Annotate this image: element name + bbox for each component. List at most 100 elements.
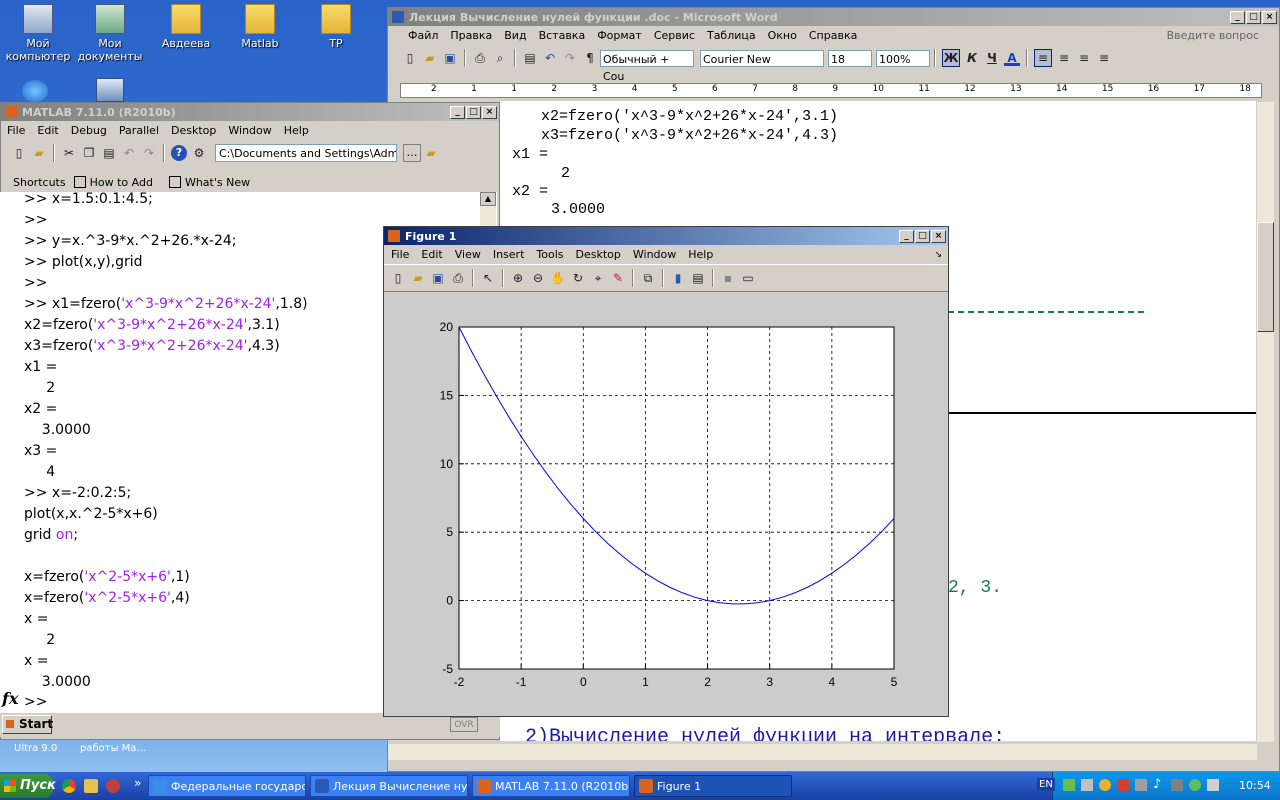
style-select[interactable]: Обычный + Cou <box>600 49 694 83</box>
new-file-icon[interactable]: ▯ <box>11 145 27 161</box>
size-select[interactable]: 18 <box>828 49 872 67</box>
ruler[interactable]: 2 1 1 2 3 4 5 6 7 8 9 10 11 12 13 14 15 16 17 18 <box>400 83 1262 98</box>
word-menu-window[interactable]: Окно <box>762 29 803 42</box>
word-menu-format[interactable]: Формат <box>591 29 648 42</box>
tray-icon[interactable] <box>1171 779 1183 791</box>
help-icon[interactable]: ? <box>171 145 187 161</box>
align-left-icon[interactable]: ≡ <box>1034 49 1052 67</box>
word-menu-help[interactable]: Справка <box>803 29 863 42</box>
desktop-icon-avdeeva[interactable]: Авдеева <box>148 2 224 50</box>
tray-icon[interactable] <box>1189 779 1201 791</box>
how-to-add-link[interactable]: How to Add <box>90 176 153 189</box>
minimize-button[interactable]: _ <box>450 105 465 119</box>
close-button[interactable]: × <box>931 229 946 243</box>
volume-icon[interactable]: ♪ <box>1153 777 1161 792</box>
print-icon[interactable]: ⎙ <box>472 50 488 66</box>
matlab-menu-window[interactable]: Window <box>222 124 277 137</box>
print-icon[interactable]: ⎙ <box>450 270 466 286</box>
quicklaunch-icon[interactable] <box>84 779 98 793</box>
figure-menu-view[interactable]: View <box>449 248 487 261</box>
figure-menu-edit[interactable]: Edit <box>415 248 448 261</box>
scroll-up-arrow[interactable]: ▲ <box>480 192 496 206</box>
open-icon[interactable]: ▰ <box>410 270 426 286</box>
tray-icon[interactable] <box>1081 779 1093 791</box>
shortcuts-label[interactable]: Shortcuts <box>13 176 66 189</box>
maximize-button[interactable]: □ <box>466 105 481 119</box>
redo-icon[interactable]: ↷ <box>141 145 157 161</box>
current-folder-input[interactable]: C:\Documents and Settings\Admi <box>215 144 397 162</box>
tray-clock[interactable]: 10:54 <box>1239 779 1271 792</box>
word-menu-edit[interactable]: Правка <box>444 29 498 42</box>
task-word[interactable]: Лекция Вычисление ну... <box>310 775 468 797</box>
task-matlab[interactable]: MATLAB 7.11.0 (R2010b) <box>472 775 630 797</box>
figure-menu-help[interactable]: Help <box>682 248 719 261</box>
copy-icon[interactable]: ❐ <box>81 145 97 161</box>
maximize-button[interactable]: □ <box>1246 10 1261 24</box>
close-button[interactable]: × <box>1262 10 1277 24</box>
word-menu-insert[interactable]: Вставка <box>533 29 592 42</box>
word-vscrollbar[interactable] <box>1257 102 1274 742</box>
word-menu-file[interactable]: Файл <box>402 29 444 42</box>
figure-menu-file[interactable]: File <box>385 248 415 261</box>
matlab-menu-debug[interactable]: Debug <box>65 124 113 137</box>
font-color-button[interactable]: A <box>1004 50 1020 66</box>
matlab-menu-desktop[interactable]: Desktop <box>165 124 222 137</box>
open-icon[interactable]: ▰ <box>31 145 47 161</box>
show-tools-icon[interactable]: ▭ <box>740 270 756 286</box>
data-cursor-icon[interactable]: ⌖ <box>590 270 606 286</box>
tray-icon[interactable] <box>1207 779 1219 791</box>
folder-browse-button[interactable]: … <box>403 144 421 162</box>
pilcrow-icon[interactable]: ¶ <box>582 50 598 66</box>
tray-icon[interactable] <box>1117 779 1129 791</box>
legend-icon[interactable]: ▤ <box>690 270 706 286</box>
word-menu-table[interactable]: Таблица <box>701 29 762 42</box>
tray-icon[interactable] <box>1099 779 1111 791</box>
paste-icon[interactable]: ▤ <box>522 50 538 66</box>
plot-canvas[interactable]: -2 -1 0 1 2 3 4 5 20 15 10 5 0 -5 <box>384 293 948 716</box>
matlab-menu-parallel[interactable]: Parallel <box>113 124 165 137</box>
dock-arrow-icon[interactable]: ↘ <box>928 250 948 260</box>
font-select[interactable]: Courier New <box>700 49 824 67</box>
underline-button[interactable]: Ч <box>984 50 1000 66</box>
simulink-icon[interactable]: ⚙ <box>191 145 207 161</box>
scroll-thumb[interactable] <box>1257 222 1274 332</box>
figure-titlebar[interactable]: Figure 1 _ □ × <box>384 227 948 245</box>
matlab-menu-help[interactable]: Help <box>278 124 315 137</box>
redo-icon[interactable]: ↷ <box>562 50 578 66</box>
zoom-in-icon[interactable]: ⊕ <box>510 270 526 286</box>
new-figure-icon[interactable]: ▯ <box>390 270 406 286</box>
matlab-titlebar[interactable]: MATLAB 7.11.0 (R2010b) _ □ × <box>1 103 499 121</box>
cut-icon[interactable]: ✂ <box>61 145 77 161</box>
figure-menu-window[interactable]: Window <box>627 248 682 261</box>
rotate-3d-icon[interactable]: ↻ <box>570 270 586 286</box>
save-icon[interactable]: ▣ <box>442 50 458 66</box>
undo-icon[interactable]: ↶ <box>121 145 137 161</box>
desktop-icon-matlab[interactable]: Matlab <box>222 2 298 50</box>
undo-icon[interactable]: ↶ <box>542 50 558 66</box>
word-titlebar[interactable]: Лекция Вычисление нулей функции .doc - M… <box>388 8 1279 26</box>
justify-icon[interactable]: ≡ <box>1096 50 1112 66</box>
language-indicator[interactable]: EN <box>1037 778 1055 791</box>
desktop-icon-tp[interactable]: TP <box>298 2 374 50</box>
task-federal[interactable]: Федеральные государс... <box>148 775 306 797</box>
matlab-menu-file[interactable]: File <box>1 124 31 137</box>
chevron-right-icon[interactable]: » <box>134 776 141 790</box>
whats-new-link[interactable]: What's New <box>185 176 250 189</box>
zoom-select[interactable]: 100% <box>876 49 930 67</box>
word-hscrollbar[interactable] <box>388 744 1257 760</box>
brush-icon[interactable]: ✎ <box>610 270 626 286</box>
maximize-button[interactable]: □ <box>915 229 930 243</box>
start-menu-button[interactable]: Пуск <box>0 774 56 798</box>
link-plot-icon[interactable]: ⧉ <box>640 270 656 286</box>
desktop-icon-my-documents[interactable]: Мои документы <box>72 2 148 63</box>
align-center-icon[interactable]: ≡ <box>1056 50 1072 66</box>
word-menu-view[interactable]: Вид <box>498 29 532 42</box>
network-icon[interactable] <box>96 78 124 102</box>
close-button[interactable]: × <box>482 105 497 119</box>
zoom-out-icon[interactable]: ⊖ <box>530 270 546 286</box>
open-icon[interactable]: ▰ <box>422 50 438 66</box>
save-icon[interactable]: ▣ <box>430 270 446 286</box>
figure-menu-tools[interactable]: Tools <box>530 248 569 261</box>
desktop-icon-my-computer[interactable]: Мой компьютер <box>0 2 76 63</box>
quicklaunch-icon[interactable] <box>106 779 120 793</box>
